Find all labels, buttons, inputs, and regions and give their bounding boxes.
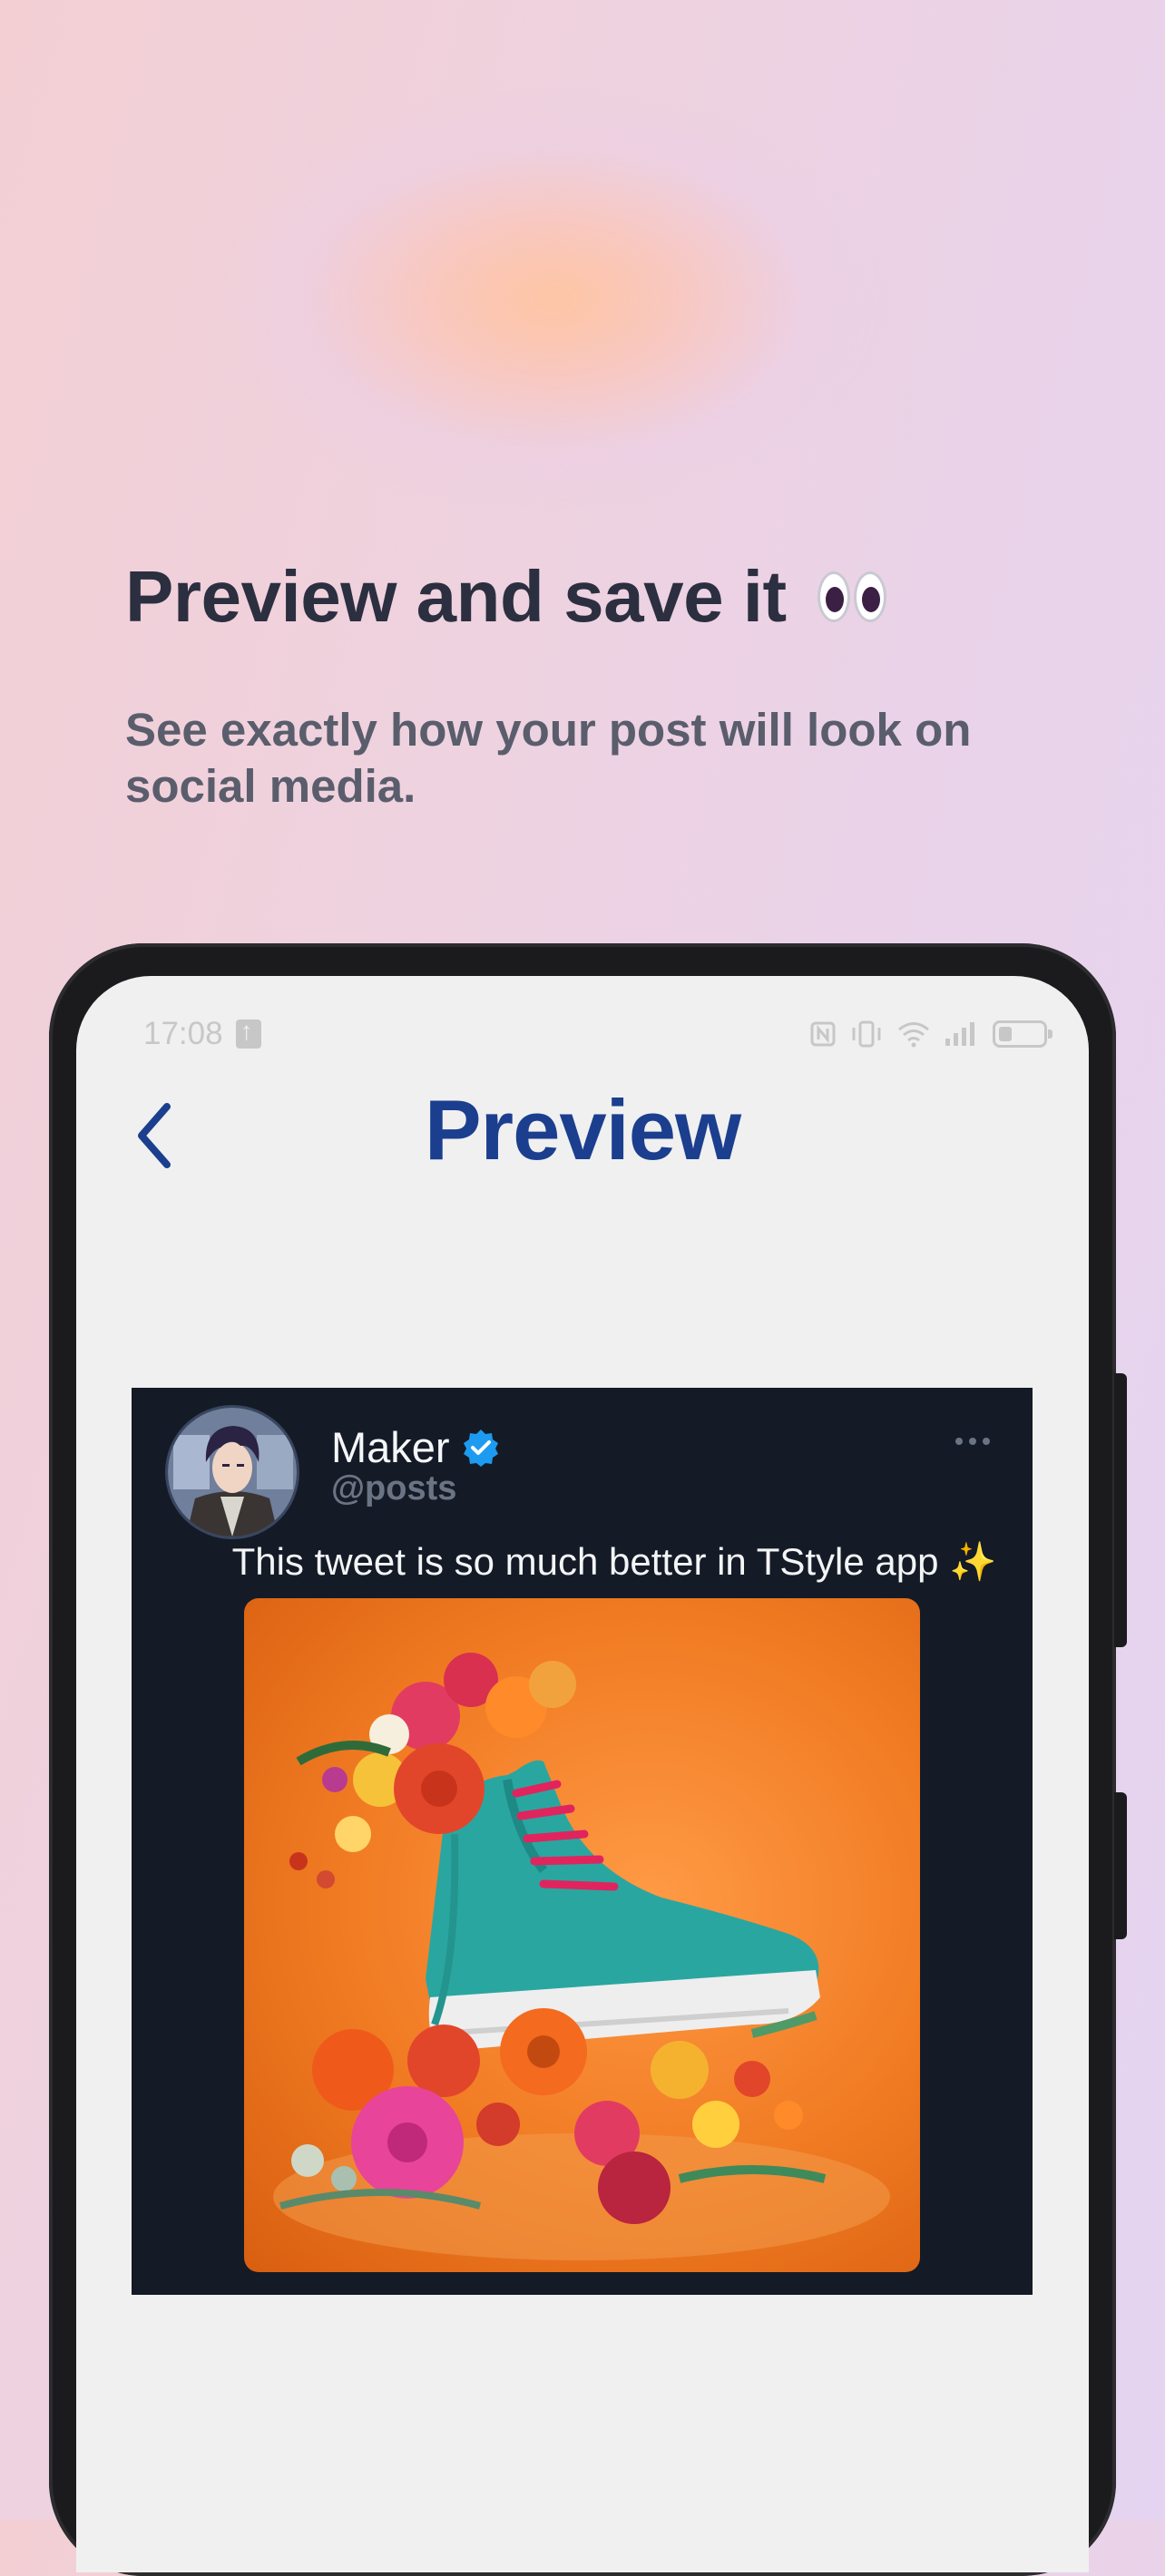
user-handle: @posts [331, 1469, 457, 1508]
nfc-icon [810, 1021, 836, 1047]
verified-badge-icon [463, 1429, 498, 1467]
display-name: Maker [331, 1423, 450, 1471]
phone-screen: 17:08 ↑ Preview Maker @posts This tweet … [76, 976, 1089, 2572]
eye-right-icon [853, 571, 886, 622]
tweet-card: Maker @posts This tweet is so much bette… [132, 1388, 1033, 2295]
more-horizontal-icon[interactable] [955, 1437, 991, 1446]
status-bar: 17:08 [76, 1007, 1089, 1061]
sneaker-flowers-illustration [273, 1653, 890, 2260]
tweet-text: This tweet is so much better in TStyle a… [231, 1540, 997, 1583]
eyes-emoji-icon [817, 571, 886, 622]
status-bar-left: 17:08 [143, 1016, 261, 1052]
avatar[interactable] [168, 1408, 297, 1537]
eye-left-icon [817, 571, 850, 622]
promo-subtitle: See exactly how your post will look on s… [125, 704, 972, 812]
promo-headline: Preview and save it [125, 555, 886, 639]
status-time: 17:08 [143, 1016, 223, 1051]
display-name-row: Maker [331, 1422, 501, 1472]
wifi-icon [898, 1022, 929, 1048]
vibrate-icon [852, 1020, 881, 1048]
status-bar-right [809, 1020, 1052, 1049]
avatar-illustration [168, 1408, 297, 1537]
tweet-media-image[interactable] [244, 1598, 920, 2272]
upload-icon [235, 1017, 261, 1049]
battery-icon [993, 1020, 1052, 1048]
phone-side-button-upper [1114, 1373, 1127, 1647]
promo-headline-text: Preview and save it [125, 556, 787, 637]
page-title: Preview [424, 1082, 741, 1177]
phone-side-button-lower [1114, 1792, 1127, 1939]
signal-icon [945, 1022, 974, 1046]
background-glow [227, 100, 880, 499]
